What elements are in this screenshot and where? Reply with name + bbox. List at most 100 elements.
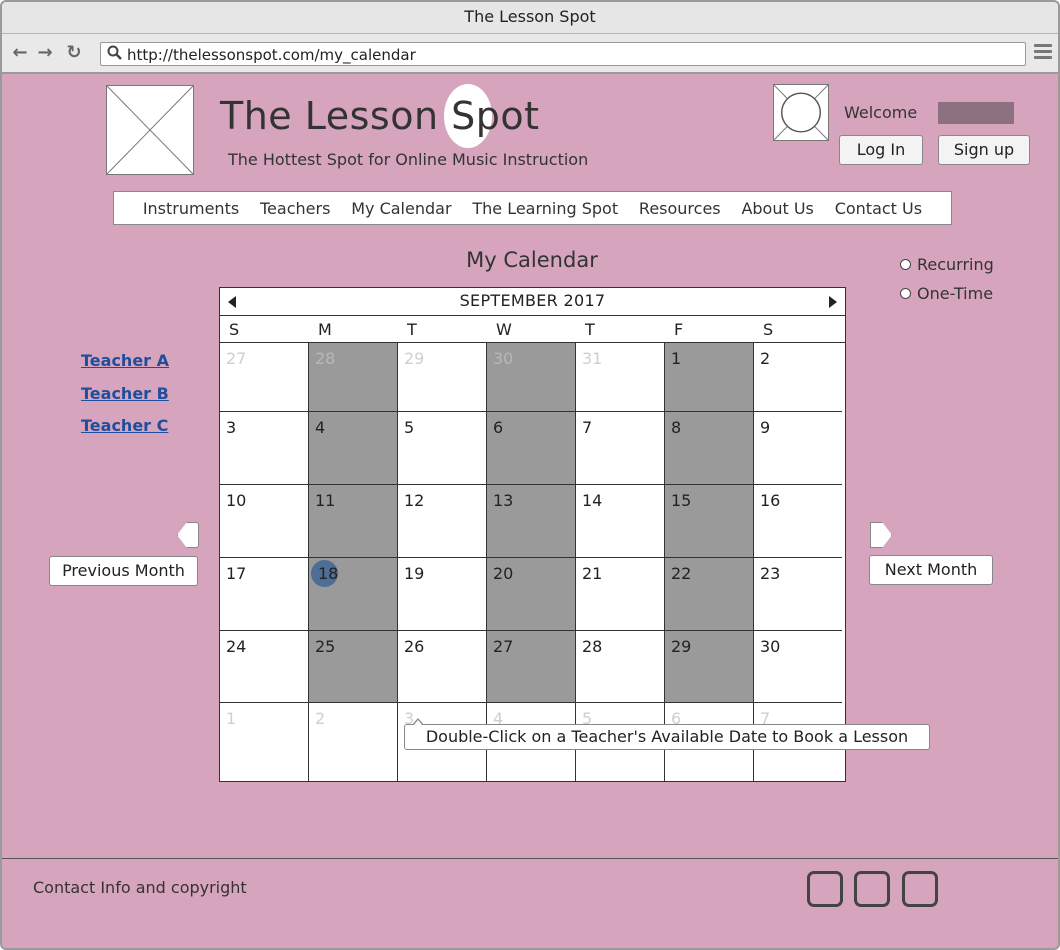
radio-circle-icon bbox=[900, 288, 911, 299]
day-number: 6 bbox=[493, 418, 504, 437]
calendar-day[interactable]: 2 bbox=[754, 343, 842, 412]
calendar-day[interactable]: 29 bbox=[398, 343, 487, 412]
calendar-day[interactable]: 5 bbox=[398, 412, 487, 485]
day-number: 2 bbox=[760, 349, 771, 368]
search-icon bbox=[107, 45, 122, 60]
site-logo-placeholder[interactable] bbox=[106, 85, 194, 175]
day-number: 1 bbox=[226, 709, 237, 728]
main-nav: Instruments Teachers My Calendar The Lea… bbox=[113, 191, 952, 225]
user-avatar-icon[interactable] bbox=[773, 84, 829, 141]
day-number: 31 bbox=[582, 349, 603, 368]
calendar-day-available[interactable]: 6 bbox=[487, 412, 576, 485]
forward-arrow-icon[interactable]: → bbox=[35, 42, 55, 64]
calendar-day[interactable]: 28 bbox=[576, 631, 665, 703]
weekday-header: S bbox=[229, 320, 240, 339]
calendar-day[interactable]: 27 bbox=[220, 343, 309, 412]
nav-item-teachers[interactable]: Teachers bbox=[260, 199, 330, 218]
reload-icon[interactable]: ↻ bbox=[64, 42, 84, 64]
site-tagline: The Hottest Spot for Online Music Instru… bbox=[228, 150, 589, 169]
weekday-header: S bbox=[763, 320, 774, 339]
nav-item-my-calendar[interactable]: My Calendar bbox=[351, 199, 451, 218]
day-number: 5 bbox=[404, 418, 415, 437]
radio-recurring[interactable]: Recurring bbox=[900, 255, 994, 274]
calendar-day-available[interactable]: 18 bbox=[309, 558, 398, 631]
radio-one-time[interactable]: One-Time bbox=[900, 284, 993, 303]
calendar-next-arrow-icon[interactable] bbox=[829, 296, 837, 308]
weekday-header: F bbox=[674, 320, 684, 339]
nav-item-about-us[interactable]: About Us bbox=[741, 199, 813, 218]
calendar-day-available[interactable]: 4 bbox=[309, 412, 398, 485]
next-month-button[interactable]: Next Month bbox=[869, 555, 993, 585]
calendar-day[interactable]: 30 bbox=[754, 631, 842, 703]
calendar-day-available[interactable]: 8 bbox=[665, 412, 754, 485]
day-number: 20 bbox=[493, 564, 514, 583]
calendar-day[interactable]: 21 bbox=[576, 558, 665, 631]
calendar-day[interactable]: 26 bbox=[398, 631, 487, 703]
calendar-day-available[interactable]: 11 bbox=[309, 485, 398, 558]
calendar-day[interactable]: 12 bbox=[398, 485, 487, 558]
calendar-day[interactable]: 23 bbox=[754, 558, 842, 631]
calendar-day[interactable]: 7 bbox=[576, 412, 665, 485]
day-number: 25 bbox=[315, 637, 336, 656]
radio-recurring-label: Recurring bbox=[917, 255, 994, 274]
calendar-day[interactable]: 17 bbox=[220, 558, 309, 631]
hamburger-menu-icon[interactable] bbox=[1034, 44, 1052, 62]
calendar-day[interactable]: 19 bbox=[398, 558, 487, 631]
calendar-day-available[interactable]: 30 bbox=[487, 343, 576, 412]
weekday-header: T bbox=[585, 320, 595, 339]
signup-button[interactable]: Sign up bbox=[938, 135, 1030, 165]
calendar-day[interactable]: 9 bbox=[754, 412, 842, 485]
social-icon[interactable] bbox=[902, 871, 938, 907]
calendar-day-available[interactable]: 22 bbox=[665, 558, 754, 631]
nav-item-resources[interactable]: Resources bbox=[639, 199, 721, 218]
browser-window: The Lesson Spot ← → ↻ http://thelessonsp… bbox=[0, 0, 1060, 950]
nav-item-instruments[interactable]: Instruments bbox=[143, 199, 239, 218]
calendar-day[interactable]: 10 bbox=[220, 485, 309, 558]
site-title: The Lesson Spot bbox=[220, 94, 540, 138]
calendar-day-available[interactable]: 13 bbox=[487, 485, 576, 558]
calendar-prev-arrow-icon[interactable] bbox=[228, 296, 236, 308]
day-number: 26 bbox=[404, 637, 425, 656]
radio-one-time-label: One-Time bbox=[917, 284, 994, 303]
previous-month-arrow-icon[interactable] bbox=[177, 522, 199, 548]
calendar-day[interactable]: 14 bbox=[576, 485, 665, 558]
calendar-day-available[interactable]: 20 bbox=[487, 558, 576, 631]
calendar-day[interactable]: 2 bbox=[309, 703, 398, 782]
day-number: 30 bbox=[493, 349, 514, 368]
day-number: 17 bbox=[226, 564, 247, 583]
teacher-link-b[interactable]: Teacher B bbox=[81, 384, 169, 403]
teacher-link-a[interactable]: Teacher A bbox=[81, 351, 169, 370]
tooltip-pointer-fill bbox=[413, 720, 423, 726]
calendar-day-available[interactable]: 28 bbox=[309, 343, 398, 412]
calendar-header: SEPTEMBER 2017 bbox=[220, 288, 845, 316]
day-number: 28 bbox=[582, 637, 603, 656]
previous-month-button[interactable]: Previous Month bbox=[49, 556, 198, 586]
calendar-day[interactable]: 1 bbox=[220, 703, 309, 782]
back-arrow-icon[interactable]: ← bbox=[10, 42, 30, 64]
calendar-day-available[interactable]: 25 bbox=[309, 631, 398, 703]
social-icon[interactable] bbox=[807, 871, 843, 907]
nav-item-contact-us[interactable]: Contact Us bbox=[835, 199, 922, 218]
username-placeholder bbox=[938, 102, 1014, 124]
address-bar[interactable]: http://thelessonspot.com/my_calendar bbox=[100, 42, 1026, 66]
calendar-day-available[interactable]: 1 bbox=[665, 343, 754, 412]
calendar-day[interactable]: 31 bbox=[576, 343, 665, 412]
nav-item-learning-spot[interactable]: The Learning Spot bbox=[472, 199, 618, 218]
day-number: 15 bbox=[671, 491, 692, 510]
day-number: 9 bbox=[760, 418, 771, 437]
calendar-day[interactable]: 24 bbox=[220, 631, 309, 703]
social-icon[interactable] bbox=[854, 871, 890, 907]
next-month-arrow-icon[interactable] bbox=[870, 522, 892, 548]
calendar-day-available[interactable]: 29 bbox=[665, 631, 754, 703]
calendar-day-available[interactable]: 15 bbox=[665, 485, 754, 558]
teacher-link-c[interactable]: Teacher C bbox=[81, 416, 168, 435]
day-number: 16 bbox=[760, 491, 781, 510]
day-number: 1 bbox=[671, 349, 682, 368]
login-button[interactable]: Log In bbox=[839, 135, 923, 165]
calendar-day-available[interactable]: 27 bbox=[487, 631, 576, 703]
day-number: 27 bbox=[226, 349, 247, 368]
page-title: My Calendar bbox=[466, 248, 598, 272]
calendar-day[interactable]: 3 bbox=[220, 412, 309, 485]
calendar-day[interactable]: 16 bbox=[754, 485, 842, 558]
footer-divider bbox=[2, 858, 1058, 859]
